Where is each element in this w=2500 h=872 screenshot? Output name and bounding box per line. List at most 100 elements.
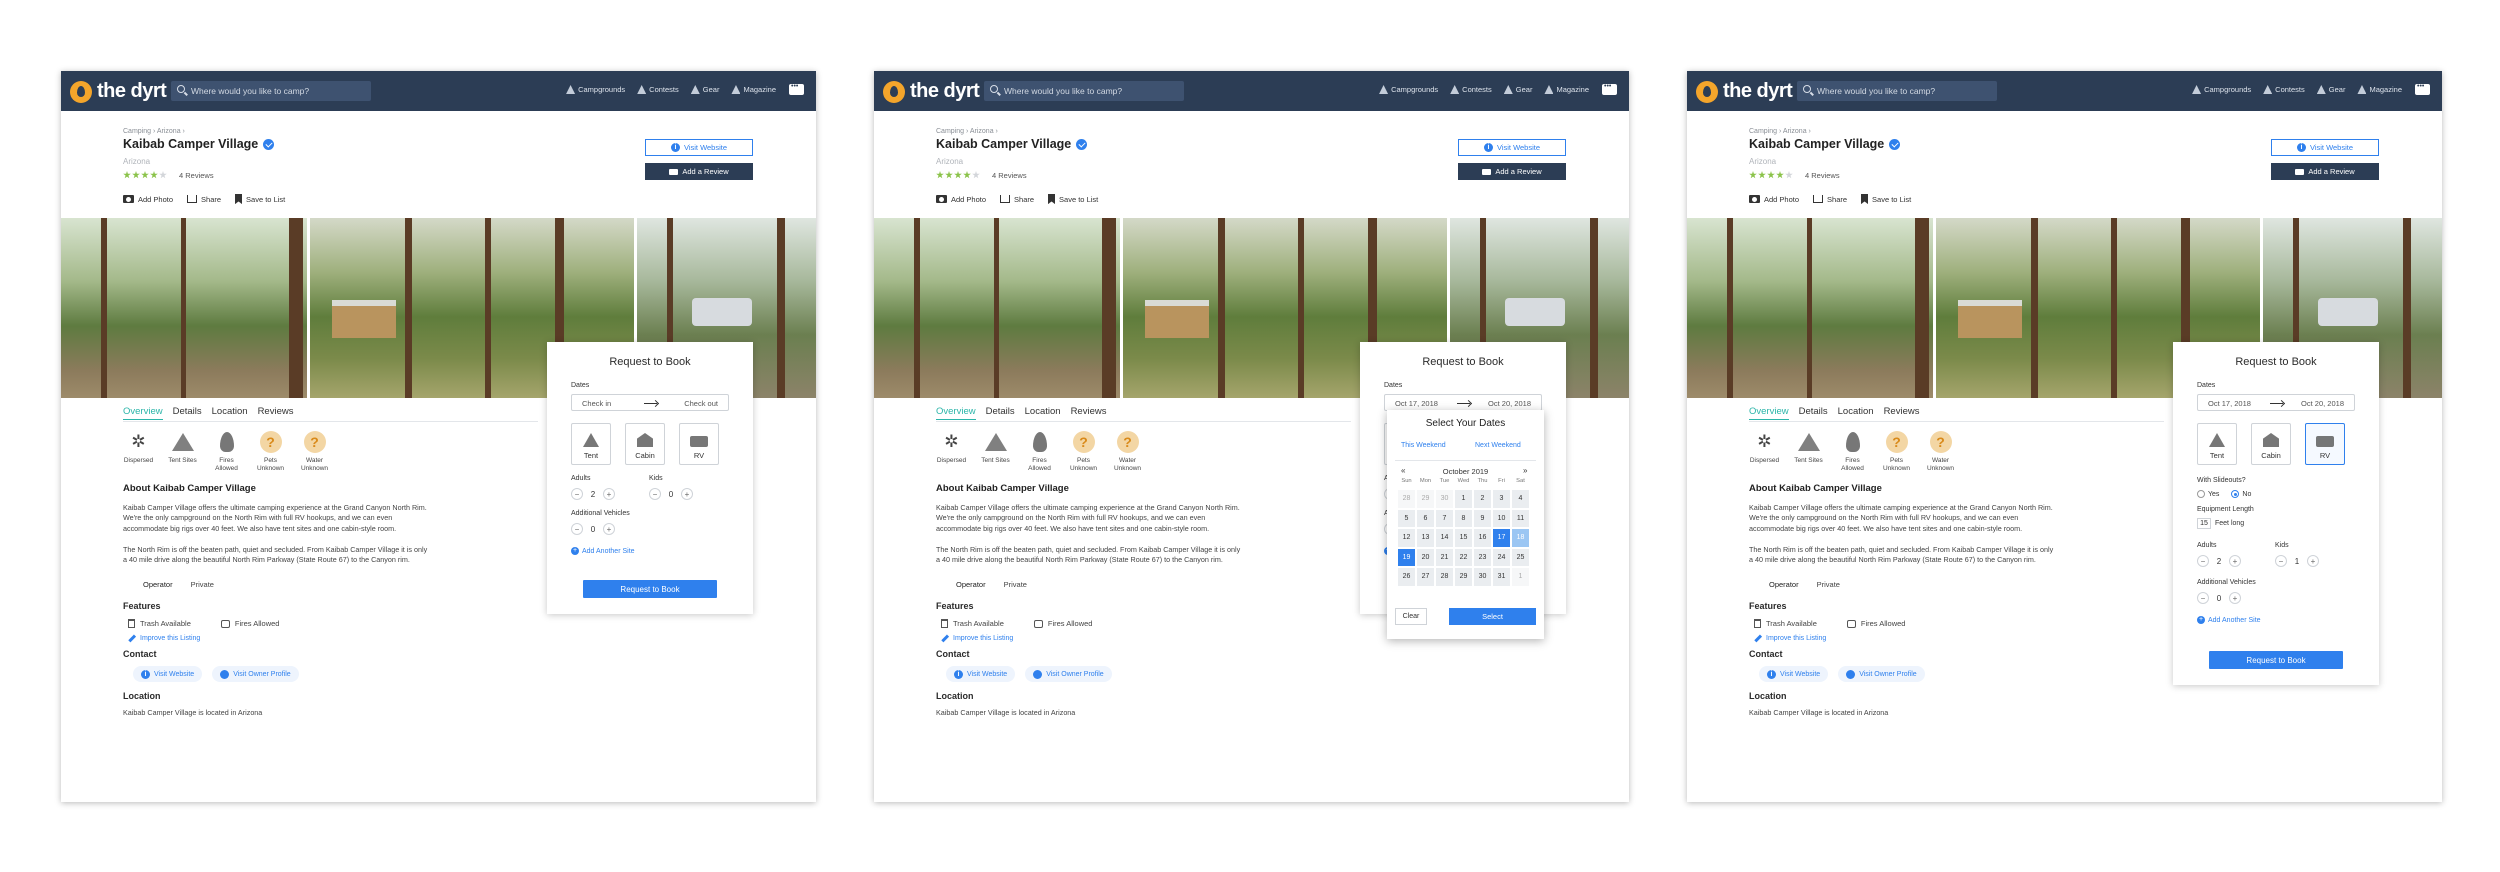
calendar-day[interactable]: 22 <box>1455 548 1472 566</box>
contact-visit-website-button[interactable]: i Visit Website <box>946 666 1016 682</box>
share-button[interactable]: Share <box>187 194 221 204</box>
minus-button[interactable]: − <box>2275 555 2287 567</box>
next-weekend-link[interactable]: Next Weekend <box>1475 442 1521 449</box>
calendar-day[interactable]: 14 <box>1436 529 1453 547</box>
search-input[interactable]: Where would you like to camp? <box>984 81 1184 101</box>
site-type-cabin[interactable]: Cabin <box>625 423 665 465</box>
tab-reviews[interactable]: Reviews <box>258 406 294 420</box>
request-to-book-button[interactable]: Request to Book <box>583 580 717 598</box>
save-to-list-button[interactable]: Save to List <box>235 194 285 204</box>
minus-button[interactable]: − <box>2197 592 2209 604</box>
calendar-day[interactable]: 29 <box>1417 490 1434 508</box>
minus-button[interactable]: − <box>649 488 661 500</box>
calendar-day[interactable]: 24 <box>1493 548 1510 566</box>
calendar-day[interactable]: 30 <box>1436 490 1453 508</box>
nav-contests[interactable]: Contests <box>1450 85 1492 94</box>
campground-photo[interactable] <box>1687 218 1933 398</box>
share-button[interactable]: Share <box>1813 194 1847 204</box>
share-button[interactable]: Share <box>1000 194 1034 204</box>
logo[interactable]: the dyrt <box>883 80 980 103</box>
calendar-day[interactable]: 8 <box>1455 509 1472 527</box>
site-type-rv[interactable]: RV <box>2305 423 2345 465</box>
site-type-tent[interactable]: Tent <box>2197 423 2237 465</box>
minus-button[interactable]: − <box>571 523 583 535</box>
calendar-day[interactable]: 25 <box>1512 548 1529 566</box>
tab-reviews[interactable]: Reviews <box>1071 406 1107 420</box>
plus-button[interactable]: + <box>681 488 693 500</box>
calendar-day[interactable]: 27 <box>1417 568 1434 586</box>
check-out-field[interactable]: Check out <box>684 399 718 408</box>
nav-contests[interactable]: Contests <box>2263 85 2305 94</box>
review-count[interactable]: 4 Reviews <box>179 171 214 180</box>
plus-button[interactable]: + <box>603 488 615 500</box>
review-count[interactable]: 4 Reviews <box>1805 171 1840 180</box>
logo[interactable]: the dyrt <box>70 80 167 103</box>
review-count[interactable]: 4 Reviews <box>992 171 1027 180</box>
chat-icon[interactable] <box>1602 83 1617 95</box>
listing-state[interactable]: Arizona <box>1749 157 1776 166</box>
minus-button[interactable]: − <box>2197 555 2209 567</box>
chat-icon[interactable] <box>2415 83 2430 95</box>
add-review-button[interactable]: Add a Review <box>645 163 753 180</box>
add-another-site-link[interactable]: +Add Another Site <box>571 547 635 555</box>
calendar-day[interactable]: 3 <box>1493 490 1510 508</box>
nav-magazine[interactable]: Magazine <box>731 85 776 94</box>
calendar-day[interactable]: 9 <box>1474 509 1491 527</box>
calendar-day[interactable]: 5 <box>1398 509 1415 527</box>
nav-gear[interactable]: Gear <box>690 85 719 94</box>
calendar-day[interactable]: 17 <box>1493 529 1510 547</box>
nav-campgrounds[interactable]: Campgrounds <box>2192 85 2251 94</box>
calendar-day[interactable]: 10 <box>1493 509 1510 527</box>
nav-campgrounds[interactable]: Campgrounds <box>1379 85 1438 94</box>
date-range-input[interactable]: Oct 17, 2018 Oct 20, 2018 <box>1384 394 1542 411</box>
check-out-field[interactable]: Oct 20, 2018 <box>1488 399 1531 408</box>
date-range-input[interactable]: Oct 17, 2018 Oct 20, 2018 <box>2197 394 2355 411</box>
plus-button[interactable]: + <box>2229 592 2241 604</box>
add-photo-button[interactable]: Add Photo <box>936 194 986 204</box>
check-in-field[interactable]: Oct 17, 2018 <box>2208 399 2251 408</box>
chat-icon[interactable] <box>789 83 804 95</box>
listing-state[interactable]: Arizona <box>123 157 150 166</box>
calendar-day[interactable]: 15 <box>1455 529 1472 547</box>
select-dates-button[interactable]: Select <box>1449 608 1536 625</box>
search-input[interactable]: Where would you like to camp? <box>1797 81 1997 101</box>
plus-button[interactable]: + <box>2307 555 2319 567</box>
calendar-day[interactable]: 29 <box>1455 568 1472 586</box>
slideouts-no-radio[interactable]: No <box>2231 490 2251 498</box>
check-out-field[interactable]: Oct 20, 2018 <box>2301 399 2344 408</box>
nav-gear[interactable]: Gear <box>1503 85 1532 94</box>
calendar-day[interactable]: 7 <box>1436 509 1453 527</box>
calendar-day[interactable]: 11 <box>1512 509 1529 527</box>
next-month-icon[interactable]: » <box>1523 466 1527 475</box>
calendar-day[interactable]: 31 <box>1493 568 1510 586</box>
listing-state[interactable]: Arizona <box>936 157 963 166</box>
visit-website-button[interactable]: i Visit Website <box>2271 139 2379 156</box>
check-in-field[interactable]: Oct 17, 2018 <box>1395 399 1438 408</box>
save-to-list-button[interactable]: Save to List <box>1861 194 1911 204</box>
search-input[interactable]: Where would you like to camp? <box>171 81 371 101</box>
date-range-input[interactable]: Check in Check out <box>571 394 729 411</box>
visit-website-button[interactable]: i Visit Website <box>645 139 753 156</box>
add-photo-button[interactable]: Add Photo <box>1749 194 1799 204</box>
logo[interactable]: the dyrt <box>1696 80 1793 103</box>
check-in-field[interactable]: Check in <box>582 399 611 408</box>
nav-gear[interactable]: Gear <box>2316 85 2345 94</box>
clear-dates-button[interactable]: Clear <box>1395 608 1427 625</box>
contact-visit-website-button[interactable]: i Visit Website <box>133 666 203 682</box>
nav-magazine[interactable]: Magazine <box>1544 85 1589 94</box>
calendar-day[interactable]: 23 <box>1474 548 1491 566</box>
calendar-day[interactable]: 30 <box>1474 568 1491 586</box>
tab-location[interactable]: Location <box>1838 406 1874 420</box>
equipment-length-input[interactable]: 15 <box>2197 518 2211 529</box>
tab-overview[interactable]: Overview <box>123 406 163 420</box>
tab-overview[interactable]: Overview <box>1749 406 1789 420</box>
calendar-day[interactable]: 2 <box>1474 490 1491 508</box>
slideouts-yes-radio[interactable]: Yes <box>2197 490 2219 498</box>
add-photo-button[interactable]: Add Photo <box>123 194 173 204</box>
tab-details[interactable]: Details <box>173 406 202 420</box>
calendar-day[interactable]: 26 <box>1398 568 1415 586</box>
breadcrumb[interactable]: Camping › Arizona › <box>936 128 998 135</box>
add-review-button[interactable]: Add a Review <box>1458 163 1566 180</box>
calendar-day[interactable]: 4 <box>1512 490 1529 508</box>
visit-website-button[interactable]: i Visit Website <box>1458 139 1566 156</box>
